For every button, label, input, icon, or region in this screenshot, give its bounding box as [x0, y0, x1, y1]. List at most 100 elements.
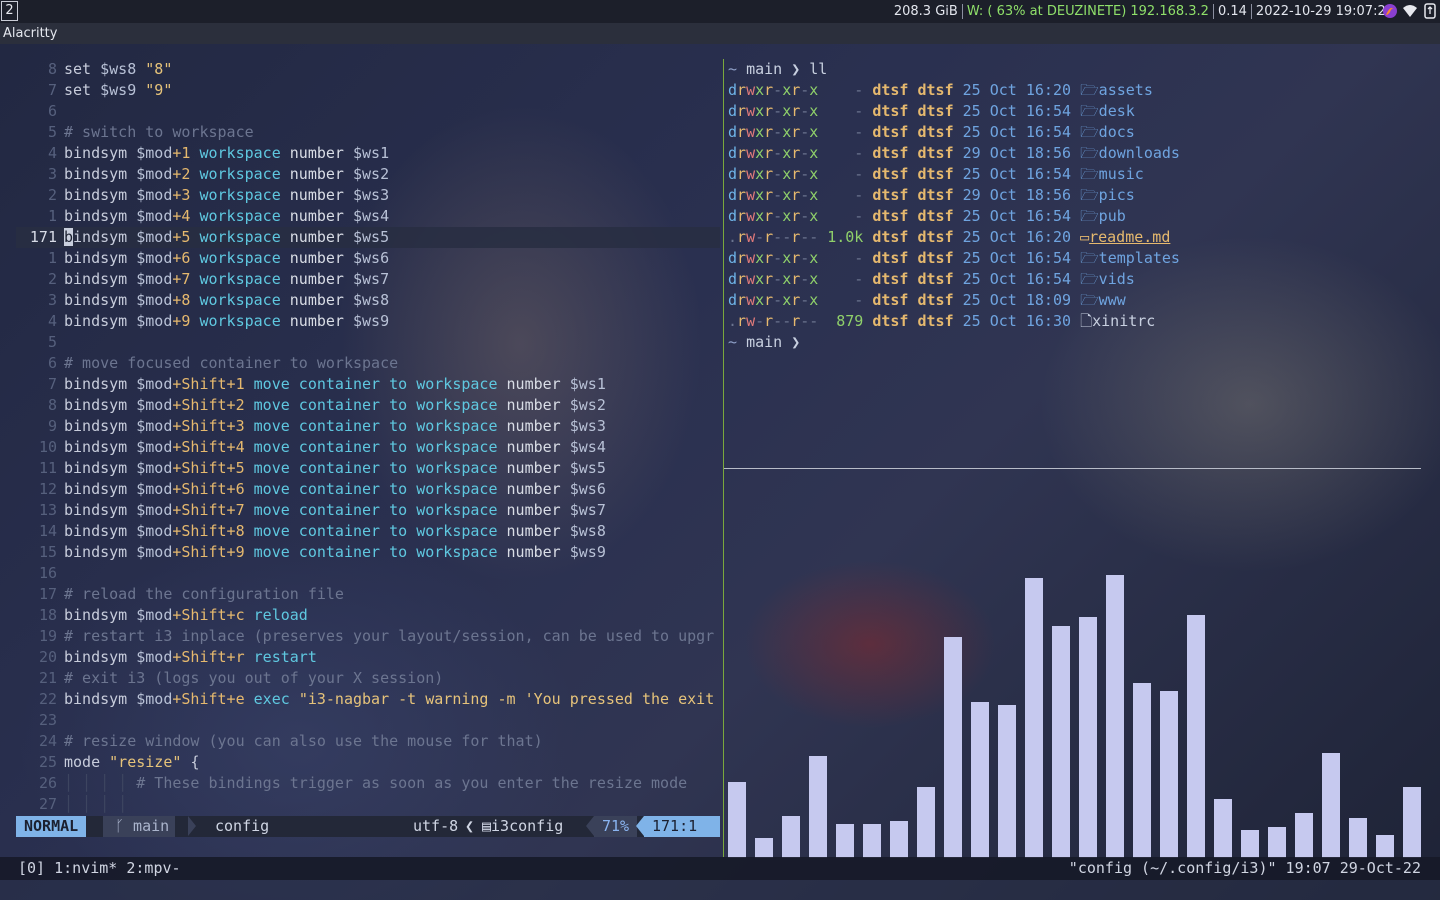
code-line[interactable]: 11 bindsym $mod+Shift+5 move container to…: [16, 458, 720, 479]
code-token: bindsym: [64, 270, 137, 288]
code-line[interactable]: 10 bindsym $mod+Shift+4 move container to…: [16, 437, 720, 458]
code-token: +Shift+c: [172, 606, 254, 624]
code-token: number: [289, 312, 353, 330]
file-time: 16:30: [1025, 312, 1072, 330]
file-listing-row[interactable]: .rw-r--r-- 879 dtsf dtsf 25 Oct 16:30 🗋xi…: [728, 311, 1155, 332]
mode-indicator: NORMAL: [16, 816, 87, 837]
code-line[interactable]: 4 bindsym $mod+9 workspace number $ws9: [16, 311, 720, 332]
code-line[interactable]: 14 bindsym $mod+Shift+8 move container to…: [16, 521, 720, 542]
file-month: Oct: [989, 291, 1017, 309]
code-line[interactable]: 6: [16, 101, 720, 122]
wifi-tray-icon[interactable]: [1402, 3, 1418, 19]
nvim-editor-pane[interactable]: 8 set $ws8 "8" 7 set $ws9 "9" 6 5 # switch to …: [16, 59, 720, 819]
code-line[interactable]: 12 bindsym $mod+Shift+6 move container to…: [16, 479, 720, 500]
file-group: dtsf: [917, 312, 954, 330]
tmux-window-list[interactable]: [0] 1:nvim* 2:mpv-: [18, 857, 181, 880]
file-listing-row[interactable]: drwxr-xr-x - dtsf dtsf 29 Oct 18:56 🗁down…: [728, 143, 1180, 164]
file-day: 25: [962, 291, 981, 309]
file-owner: dtsf: [872, 81, 909, 99]
file-listing-row[interactable]: .rw-r--r-- 1.0k dtsf dtsf 25 Oct 16:20 ▭r…: [728, 227, 1170, 248]
code-line[interactable]: 171 bindsym $mod+5 workspace number $ws5: [16, 227, 720, 248]
line-number: 10: [38, 438, 57, 456]
code-token: bindsym: [64, 396, 137, 414]
code-line[interactable]: 3 bindsym $mod+2 workspace number $ws2: [16, 164, 720, 185]
code-line[interactable]: 8 bindsym $mod+Shift+2 move container to …: [16, 395, 720, 416]
datetime-status: 2022-10-29 19:07:25: [1255, 4, 1394, 19]
line-number: 4: [47, 144, 57, 162]
code-line[interactable]: 17 # reload the configuration file: [16, 584, 720, 605]
code-token: bindsym: [64, 291, 137, 309]
code-line[interactable]: 27 │ │ │ │: [16, 794, 720, 815]
line-number: 23: [38, 711, 57, 729]
firefox-tray-icon[interactable]: [1382, 3, 1398, 19]
file-day: 25: [962, 102, 981, 120]
code-line[interactable]: 16: [16, 563, 720, 584]
line-number: 5: [47, 333, 57, 351]
code-line[interactable]: 2 bindsym $mod+3 workspace number $ws3: [16, 185, 720, 206]
code-line[interactable]: 23: [16, 710, 720, 731]
shell-prompt[interactable]: ~ main ❯: [728, 332, 800, 353]
file-listing-row[interactable]: drwxr-xr-x - dtsf dtsf 25 Oct 16:54 🗁temp…: [728, 248, 1180, 269]
file-listing-row[interactable]: drwxr-xr-x - dtsf dtsf 29 Oct 18:56 🗁pics: [728, 185, 1135, 206]
code-line[interactable]: 5: [16, 332, 720, 353]
code-line[interactable]: 9 bindsym $mod+Shift+3 move container to …: [16, 416, 720, 437]
file-listing-row[interactable]: drwxr-xr-x - dtsf dtsf 25 Oct 16:20 🗁asse…: [728, 80, 1153, 101]
code-line[interactable]: 5 # switch to workspace: [16, 122, 720, 143]
code-line[interactable]: 19 # restart i3 inplace (preserves your l…: [16, 626, 720, 647]
visualizer-bar: [755, 838, 773, 858]
file-owner: dtsf: [872, 123, 909, 141]
code-line[interactable]: 18 bindsym $mod+Shift+c reload: [16, 605, 720, 626]
code-line[interactable]: 25 mode "resize" {: [16, 752, 720, 773]
file-month: Oct: [989, 144, 1017, 162]
file-time: 16:54: [1025, 249, 1072, 267]
file-name: docs: [1098, 123, 1135, 141]
code-line[interactable]: 15 bindsym $mod+Shift+9 move container to…: [16, 542, 720, 563]
code-line[interactable]: 24 # resize window (you can also use the …: [16, 731, 720, 752]
code-line[interactable]: 3 bindsym $mod+8 workspace number $ws8: [16, 290, 720, 311]
folder-icon: 🗁: [1080, 165, 1099, 183]
code-line[interactable]: 1 bindsym $mod+4 workspace number $ws4: [16, 206, 720, 227]
code-line[interactable]: 7 bindsym $mod+Shift+1 move container to …: [16, 374, 720, 395]
code-line[interactable]: 22 bindsym $mod+Shift+e exec "i3-nagbar -…: [16, 689, 720, 710]
code-line[interactable]: 26 │ │ │ │ # These bindings trigger as so…: [16, 773, 720, 794]
shell-prompt[interactable]: ~ main ❯ ll: [728, 59, 827, 80]
line-number: 7: [47, 81, 57, 99]
line-number: 21: [38, 669, 57, 687]
code-line[interactable]: 8 set $ws8 "8": [16, 59, 720, 80]
visualizer-bar: [1241, 830, 1259, 858]
code-token: move container to workspace: [253, 438, 507, 456]
workspace-button[interactable]: 2: [1, 1, 18, 21]
code-line[interactable]: 21 # exit i3 (logs you out of your X sess…: [16, 668, 720, 689]
visualizer-bar: [1106, 575, 1124, 858]
code-line[interactable]: 4 bindsym $mod+1 workspace number $ws1: [16, 143, 720, 164]
code-line[interactable]: 13 bindsym $mod+Shift+7 move container to…: [16, 500, 720, 521]
folder-icon: 🗁: [1080, 291, 1099, 309]
visualizer-bar: [1079, 617, 1097, 858]
code-token: $mod: [136, 375, 173, 393]
file-listing-row[interactable]: drwxr-xr-x - dtsf dtsf 25 Oct 16:54 🗁vids: [728, 269, 1135, 290]
window-title-bar[interactable]: Alacritty: [0, 23, 1440, 44]
file-day: 25: [962, 123, 981, 141]
file-name: config: [215, 817, 270, 835]
code-token: workspace: [199, 165, 290, 183]
code-line[interactable]: 6 # move focused container to workspace: [16, 353, 720, 374]
pane-divider-vertical[interactable]: [723, 59, 724, 857]
code-line[interactable]: 7 set $ws9 "9": [16, 80, 720, 101]
visualizer-bar: [1133, 683, 1151, 858]
code-token: $mod: [136, 522, 173, 540]
code-token: $ws3: [569, 417, 606, 435]
code-line[interactable]: 20 bindsym $mod+Shift+r restart: [16, 647, 720, 668]
file-listing-row[interactable]: drwxr-xr-x - dtsf dtsf 25 Oct 16:54 🗁desk: [728, 101, 1135, 122]
usb-tray-icon[interactable]: [1422, 3, 1438, 19]
shell-pane[interactable]: ~ main ❯ ll drwxr-xr-x - dtsf dtsf 25 Oct …: [728, 59, 1421, 359]
file-listing-row[interactable]: drwxr-xr-x - dtsf dtsf 25 Oct 18:09 🗁www: [728, 290, 1126, 311]
code-token: +2: [172, 165, 200, 183]
prompt-arrow-icon: ❯: [791, 333, 801, 351]
code-line[interactable]: 2 bindsym $mod+7 workspace number $ws7: [16, 269, 720, 290]
code-line[interactable]: 1 bindsym $mod+6 workspace number $ws6: [16, 248, 720, 269]
file-listing-row[interactable]: drwxr-xr-x - dtsf dtsf 25 Oct 16:54 🗁musi…: [728, 164, 1144, 185]
file-listing-row[interactable]: drwxr-xr-x - dtsf dtsf 25 Oct 16:54 🗁docs: [728, 122, 1135, 143]
code-token: +5: [172, 228, 200, 246]
pane-divider-horizontal[interactable]: [724, 468, 1421, 469]
file-listing-row[interactable]: drwxr-xr-x - dtsf dtsf 25 Oct 16:54 🗁pub: [728, 206, 1126, 227]
